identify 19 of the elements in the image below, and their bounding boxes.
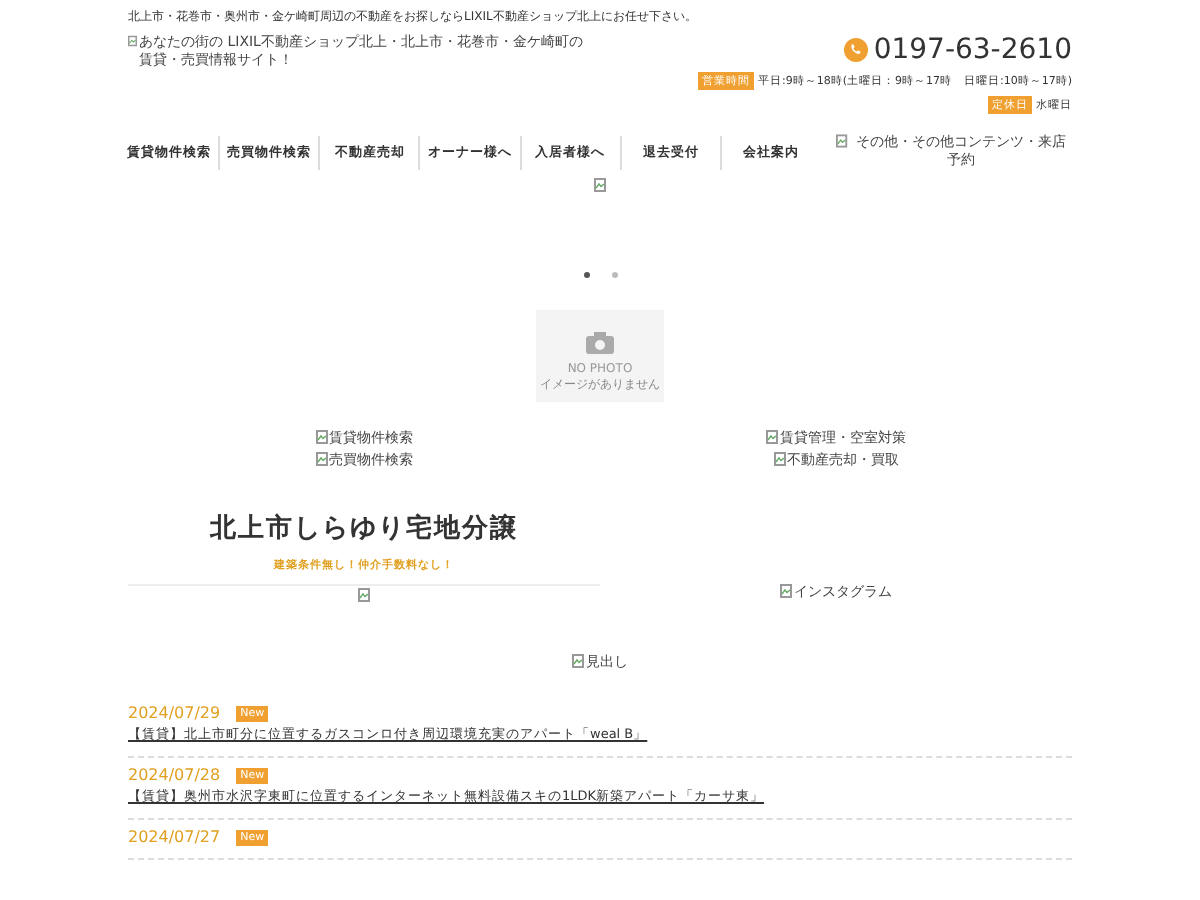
broken-image-icon	[773, 452, 785, 467]
news-date: 2024/07/29	[128, 704, 221, 723]
slider-dot[interactable]	[583, 272, 589, 279]
broken-image-icon	[128, 34, 137, 48]
broken-image-icon	[766, 430, 778, 445]
news-date: 2024/07/28	[128, 766, 221, 785]
broken-image-icon	[572, 654, 584, 669]
promo-title[interactable]: 北上市しらゆり宅地分譲	[128, 510, 600, 547]
news-date: 2024/07/27	[128, 828, 221, 847]
phone-icon	[843, 38, 868, 62]
camera-icon	[586, 332, 614, 355]
broken-image-icon	[315, 452, 327, 467]
broken-image-icon	[358, 588, 370, 603]
slider-dot[interactable]	[611, 272, 617, 279]
broken-image-icon	[315, 430, 327, 445]
broken-image-icon	[594, 178, 606, 193]
phone-number[interactable]: 0197-63-2610	[873, 34, 1072, 66]
broken-image-icon	[836, 134, 848, 148]
broken-image-icon	[780, 584, 792, 599]
